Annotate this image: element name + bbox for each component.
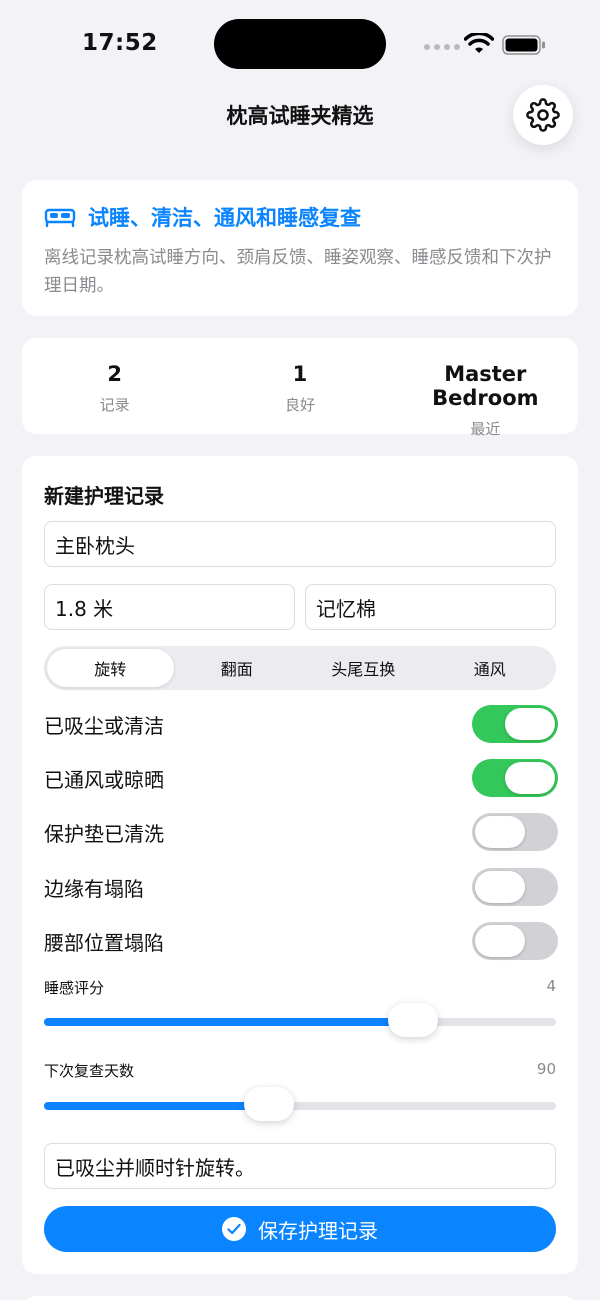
gear-icon: [526, 98, 560, 132]
settings-button[interactable]: [513, 85, 573, 145]
form-title: 新建护理记录: [44, 484, 164, 508]
toggle-label: 保护垫已清洗: [44, 821, 164, 846]
toggle-row-lumbar-sag: 腰部位置塌陷: [44, 921, 558, 961]
slider-thumb[interactable]: [387, 1003, 438, 1037]
stat-label: 最近: [470, 420, 501, 438]
cleaned-toggle[interactable]: [472, 705, 558, 743]
next-review-label: 下次复查天数: [44, 1062, 135, 1080]
bed-icon: [44, 208, 76, 228]
status-bar: 17:52: [0, 0, 600, 90]
next-review-slider[interactable]: [44, 1087, 556, 1121]
toggle-row-protector: 保护垫已清洗: [44, 812, 558, 852]
lumbar-sag-toggle[interactable]: [472, 922, 558, 960]
stat-value: Master Bedroom: [432, 362, 539, 410]
slider-thumb[interactable]: [244, 1087, 295, 1121]
page-title: 枕高试睡夹精选: [226, 104, 374, 128]
stat-label: 良好: [284, 396, 315, 414]
stats-card: 2 记录 1 良好 Master Bedroom 最近: [22, 338, 578, 438]
toggle-label: 腰部位置塌陷: [44, 930, 164, 955]
name-field[interactable]: 主卧枕头: [44, 521, 556, 567]
slider-fill: [44, 1018, 413, 1026]
cellular-signal-icon: [424, 44, 460, 50]
aired-toggle[interactable]: [472, 759, 558, 797]
slider-fill: [44, 1102, 270, 1110]
edge-sag-toggle[interactable]: [472, 868, 558, 906]
checkmark-icon: [222, 1217, 246, 1241]
intro-title: 试睡、清洁、通风和睡感复查: [88, 206, 361, 230]
toggle-row-aired: 已通风或晾晒: [44, 758, 558, 798]
wifi-icon: [464, 33, 494, 53]
stat-label: 记录: [99, 396, 130, 414]
segment-flip[interactable]: 翻面: [174, 649, 301, 687]
dynamic-island: [214, 19, 386, 69]
material-field[interactable]: 记忆棉: [305, 584, 556, 630]
sleep-rating-value: 4: [546, 977, 556, 995]
segment-swap-ends[interactable]: 头尾互换: [300, 649, 427, 687]
toggle-label: 已吸尘或清洁: [44, 713, 164, 738]
save-record-button[interactable]: 保存护理记录: [44, 1206, 556, 1252]
action-segmented-control: 旋转 翻面 头尾互换 通风: [44, 646, 556, 690]
new-record-form: 新建护理记录 主卧枕头 1.8 米 记忆棉 旋转 翻面 头尾互换 通风 已吸尘或…: [22, 456, 578, 1274]
note-field[interactable]: 已吸尘并顺时针旋转。: [44, 1143, 556, 1189]
status-time: 17:52: [82, 30, 158, 56]
toggle-row-edge-sag: 边缘有塌陷: [44, 867, 558, 907]
toggle-label: 边缘有塌陷: [44, 876, 144, 901]
stat-good: 1 良好: [207, 338, 392, 434]
stat-recent: Master Bedroom 最近: [393, 338, 578, 438]
sleep-rating-label: 睡感评分: [44, 979, 105, 997]
size-field[interactable]: 1.8 米: [44, 584, 295, 630]
segment-ventilate[interactable]: 通风: [427, 649, 554, 687]
next-review-value: 90: [536, 1060, 556, 1078]
stat-value: 2: [107, 362, 122, 386]
battery-icon: [502, 35, 545, 55]
intro-card: 试睡、清洁、通风和睡感复查 离线记录枕高试睡方向、颈肩反馈、睡姿观察、睡感反馈和…: [22, 180, 578, 316]
toggle-label: 已通风或晾晒: [44, 767, 164, 792]
protector-washed-toggle[interactable]: [472, 813, 558, 851]
stat-records: 2 记录: [22, 338, 207, 434]
toggle-row-cleaned: 已吸尘或清洁: [44, 704, 558, 744]
save-button-label: 保存护理记录: [258, 1218, 378, 1243]
record-list-card: [22, 1296, 578, 1300]
stat-value: 1: [292, 362, 308, 386]
segment-rotate[interactable]: 旋转: [47, 649, 174, 687]
intro-description: 离线记录枕高试睡方向、颈肩反馈、睡姿观察、睡感反馈和下次护理日期。: [44, 248, 552, 296]
sleep-rating-slider[interactable]: [44, 1003, 556, 1037]
